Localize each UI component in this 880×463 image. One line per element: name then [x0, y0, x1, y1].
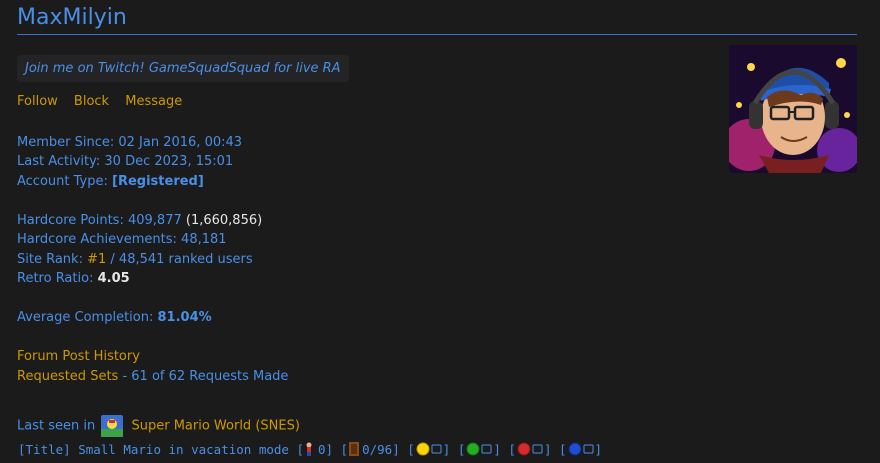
username-heading: MaxMilyin	[17, 5, 127, 30]
retro-ratio-row: Retro Ratio: 4.05	[17, 271, 130, 286]
red-switch-icon	[516, 442, 544, 456]
requested-sets-link[interactable]: Requested Sets	[17, 369, 118, 384]
forum-post-history-link[interactable]: Forum Post History	[17, 349, 140, 364]
user-motto: Join me on Twitch! GameSquadSquad for li…	[17, 55, 349, 82]
green-switch-icon	[465, 442, 493, 456]
site-rank-row: Site Rank: #1 / 48,541 ranked users	[17, 252, 253, 267]
average-completion-value: 81.04%	[157, 310, 212, 325]
last-seen-row: Last seen in Super Mario World (SNES)	[17, 415, 300, 437]
rich-presence: [Title] Small Mario in vacation mode [0]…	[18, 442, 603, 457]
last-activity-value: 30 Dec 2023, 15:01	[104, 154, 234, 169]
member-since-row: Member Since: 02 Jan 2016, 00:43	[17, 135, 243, 150]
exit-door-icon	[348, 442, 362, 456]
account-type-value: [Registered]	[112, 174, 204, 189]
game-icon[interactable]	[101, 415, 124, 437]
user-avatar	[729, 45, 857, 173]
profile-actions: Follow Block Message	[17, 94, 194, 109]
member-since-value: 02 Jan 2016, 00:43	[118, 135, 243, 150]
heading-divider	[17, 34, 857, 35]
requested-sets-row: Requested Sets - 61 of 62 Requests Made	[17, 369, 288, 384]
block-link[interactable]: Block	[74, 94, 109, 109]
blue-switch-icon	[567, 442, 595, 456]
hardcore-achievements-row: Hardcore Achievements: 48,181	[17, 232, 227, 247]
hardcore-achievements-value: 48,181	[181, 232, 227, 247]
account-type-row: Account Type: [Registered]	[17, 174, 204, 189]
requests-made-text: - 61 of 62 Requests Made	[122, 369, 289, 384]
retro-ratio-value: 4.05	[97, 271, 130, 286]
site-rank-link[interactable]: #1	[87, 252, 106, 267]
hardcore-points-value: 409,877	[127, 213, 182, 228]
retro-points-value: (1,660,856)	[185, 213, 263, 228]
yellow-switch-icon	[415, 442, 443, 456]
average-completion-row: Average Completion: 81.04%	[17, 310, 212, 325]
hardcore-points-row: Hardcore Points: 409,877 (1,660,856)	[17, 213, 263, 228]
follow-link[interactable]: Follow	[17, 94, 58, 109]
mario-lives-icon	[304, 442, 318, 456]
forum-history-row: Forum Post History	[17, 349, 140, 364]
last-seen-game-link[interactable]: Super Mario World (SNES)	[131, 419, 299, 434]
last-activity-row: Last Activity: 30 Dec 2023, 15:01	[17, 154, 234, 169]
site-rank-total: / 48,541 ranked users	[110, 252, 253, 267]
message-link[interactable]: Message	[125, 94, 182, 109]
